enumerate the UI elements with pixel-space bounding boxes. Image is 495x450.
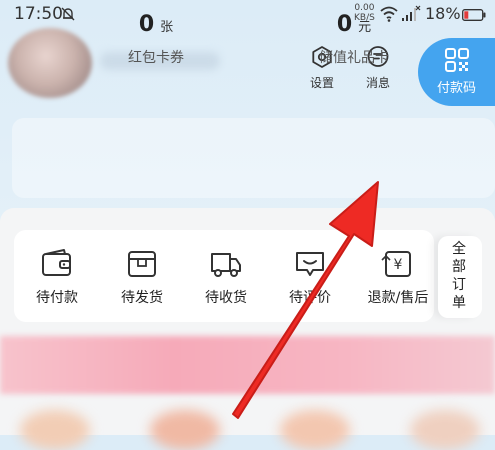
order-pending-receipt[interactable]: 待收货 [186, 248, 266, 307]
order-pending-payment-label: 待付款 [36, 290, 78, 306]
svg-text:¥: ¥ [394, 257, 403, 273]
recommendation-item[interactable] [410, 410, 480, 450]
all-orders-button[interactable]: 全部订单 [438, 236, 482, 318]
order-pending-review[interactable]: 待评价 [270, 248, 350, 307]
coupon-label: 红包卡券 [128, 50, 184, 66]
recommendation-item[interactable] [280, 410, 350, 450]
recommendation-item[interactable] [150, 410, 220, 450]
battery-icon [462, 9, 486, 21]
recommendation-strip [0, 402, 495, 450]
order-pending-review-label: 待评价 [289, 290, 331, 306]
coupon-unit: 张 [160, 20, 174, 35]
order-pending-shipment[interactable]: 待发货 [102, 248, 182, 307]
settings-label: 设置 [309, 76, 334, 90]
wallet-card [12, 118, 495, 198]
refund-icon: ¥ [381, 251, 411, 277]
order-pending-shipment-label: 待发货 [121, 290, 163, 306]
wallet-icon [42, 249, 71, 276]
coupon-entry[interactable]: 0张 红包卡券 [56, 12, 256, 67]
messages-label: 消息 [365, 76, 390, 90]
coupon-count: 0 [138, 12, 155, 37]
pay-code-label: 付款码 [436, 81, 476, 96]
promo-banner[interactable] [0, 336, 495, 394]
gift-card-label: 储值礼品卡 [319, 50, 389, 66]
comment-icon [296, 252, 324, 276]
gift-card-unit: 元 [358, 20, 372, 35]
order-refund-aftersale[interactable]: ¥ 退款/售后 [358, 248, 438, 307]
package-icon [128, 251, 156, 277]
all-orders-label: 全部订单 [452, 241, 466, 311]
order-pending-payment[interactable]: 待付款 [17, 248, 97, 307]
truck-icon [211, 253, 241, 277]
gift-card-entry[interactable]: 0元 储值礼品卡 [254, 12, 454, 67]
order-pending-receipt-label: 待收货 [205, 290, 247, 306]
gift-card-balance: 0 [336, 12, 353, 37]
order-refund-aftersale-label: 退款/售后 [367, 290, 429, 306]
recommendation-item[interactable] [20, 410, 90, 450]
